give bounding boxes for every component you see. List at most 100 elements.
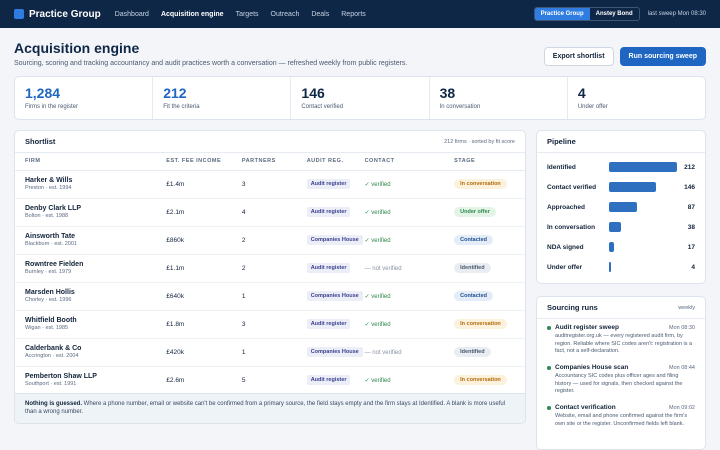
col-firm[interactable]: FIRM <box>15 153 167 171</box>
brand-name: Practice Group <box>29 8 101 20</box>
partners-cell: 1 <box>241 338 307 367</box>
run-sourcing-sweep-button[interactable]: Run sourcing sweep <box>619 47 706 66</box>
run-item[interactable]: Contact verification Mon 09:02 Website, em… <box>537 399 705 431</box>
table-row[interactable]: Harker & Wills Preston · est. 1994 £1.4m 3 A… <box>15 170 525 199</box>
firm-name[interactable]: Denby Clark LLP <box>25 205 166 212</box>
nav-outreach[interactable]: Outreach <box>271 11 300 18</box>
pipeline-track <box>609 202 677 212</box>
col-contact[interactable]: CONTACT <box>364 153 455 171</box>
audit-reg-cell: Audit register <box>306 254 365 283</box>
nav-reports[interactable]: Reports <box>341 11 366 18</box>
partners-cell: 4 <box>241 198 307 227</box>
note-strong: Nothing is guessed. <box>25 401 83 407</box>
run-desc: Website, email and phone confirmed again… <box>555 413 688 427</box>
col-stage[interactable]: STAGE <box>454 153 525 171</box>
partners-cell: 2 <box>241 226 307 255</box>
kpi-value: 146 <box>301 85 325 101</box>
col-audit-reg[interactable]: AUDIT REG. <box>306 153 365 171</box>
pipeline-stage-label: Identified <box>547 163 576 171</box>
top-nav-bar: Practice Group Dashboard Acquisition eng… <box>0 0 720 28</box>
partners-cell: 2 <box>241 254 307 283</box>
table-row[interactable]: Ainsworth Tate Blackburn · est. 2001 £860k… <box>15 226 525 255</box>
firm-name[interactable]: Ainsworth Tate <box>25 233 166 240</box>
firm-cell: Calderbank & Co Accrington · est. 2004 <box>15 338 167 367</box>
nav-targets[interactable]: Targets <box>236 11 259 18</box>
runs-title: Sourcing runs <box>547 303 598 312</box>
nav-acquisition-engine[interactable]: Acquisition engine <box>161 11 224 18</box>
pipeline-bar <box>609 262 611 272</box>
table-row[interactable]: Whitfield Booth Wigan · est. 1985 £1.8m 3 Au… <box>15 310 525 339</box>
audit-reg-badge: Audit register <box>306 262 351 274</box>
firm-name[interactable]: Whitfield Booth <box>25 317 166 324</box>
col-fee-income[interactable]: EST. FEE INCOME <box>166 153 242 171</box>
run-head: Audit register sweep Mon 08:30 <box>547 324 695 331</box>
contact-cell: — not verified <box>364 254 455 283</box>
contact-status: ✓ verified <box>364 377 391 384</box>
fee-cell: £2.1m <box>166 198 242 227</box>
audit-reg-cell: Audit register <box>306 198 365 227</box>
firm-meta: Blackburn · est. 2001 <box>25 241 77 247</box>
table-row[interactable]: Marsden Hollis Chorley · est. 1996 £640k 1 C… <box>15 282 525 311</box>
pipeline-stage-label: Contact verified <box>547 183 597 191</box>
firm-name[interactable]: Calderbank & Co <box>25 345 166 352</box>
pipeline-row[interactable]: Identified 212 <box>547 157 695 177</box>
pipeline-title: Pipeline <box>547 137 576 146</box>
pipeline-row[interactable]: NDA signed 17 <box>547 237 695 257</box>
firm-cell: Harker & Wills Preston · est. 1994 <box>15 170 167 199</box>
shortlist-header: Shortlist 212 firms · sorted by fit scor… <box>15 131 525 153</box>
firm-meta: Wigan · est. 1985 <box>25 325 69 331</box>
fee-cell: £1.1m <box>166 254 242 283</box>
contact-status: ✓ verified <box>364 237 391 244</box>
switcher-anstey-bond[interactable]: Anstey Bond <box>589 8 639 20</box>
status-dot-icon <box>547 325 551 330</box>
run-title: Contact verification <box>555 404 616 412</box>
pipeline-row[interactable]: Approached 87 <box>547 197 695 217</box>
pipeline-stage-value: 17 <box>687 243 695 251</box>
audit-reg-cell: Audit register <box>306 310 365 339</box>
pipeline-row[interactable]: Contact verified 146 <box>547 177 695 197</box>
table-row[interactable]: Denby Clark LLP Bolton · est. 1988 £2.1m 4 A… <box>15 198 525 227</box>
stage-cell: In conversation <box>454 170 525 199</box>
table-header-row: FIRM EST. FEE INCOME PARTNERS AUDIT REG.… <box>15 153 525 171</box>
shortlist-table: FIRM EST. FEE INCOME PARTNERS AUDIT REG.… <box>15 153 525 395</box>
pipeline-row[interactable]: In conversation 38 <box>547 217 695 237</box>
kpi-label: Contact verified <box>301 104 344 110</box>
fee-cell: £640k <box>166 282 242 311</box>
kpi-in-conversation: 38 In conversation <box>430 77 568 119</box>
export-shortlist-button[interactable]: Export shortlist <box>543 47 614 66</box>
kpi-label: Firms in the register <box>25 104 79 110</box>
shortlist-panel: Shortlist 212 firms · sorted by fit scor… <box>14 130 526 424</box>
status-dot-icon <box>547 365 551 370</box>
col-partners[interactable]: PARTNERS <box>241 153 307 171</box>
pipeline-panel: Pipeline Identified 212 Contact verified 14… <box>536 130 706 284</box>
table-row[interactable]: Pemberton Shaw LLP Southport · est. 1991 £… <box>15 366 525 395</box>
partners-cell: 3 <box>241 310 307 339</box>
table-row[interactable]: Rowntree Fielden Burnley · est. 1979 £1.1m… <box>15 254 525 283</box>
audit-reg-badge: Audit register <box>306 318 351 330</box>
pipeline-row[interactable]: Under offer 4 <box>547 257 695 277</box>
run-item[interactable]: Audit register sweep Mon 08:30 auditregist… <box>537 319 705 359</box>
table-row[interactable]: Calderbank & Co Accrington · est. 2004 £42… <box>15 338 525 367</box>
run-title: Audit register sweep <box>555 324 619 331</box>
firm-name[interactable]: Harker & Wills <box>25 177 166 184</box>
kpi-value: 212 <box>163 85 187 101</box>
runs-meta: weekly <box>678 304 695 311</box>
firm-name[interactable]: Marsden Hollis <box>25 289 166 296</box>
nav-dashboard[interactable]: Dashboard <box>115 11 149 18</box>
kpi-firms-in-register: 1,284 Firms in the register <box>15 77 154 119</box>
page-title: Acquisition engine <box>14 40 140 56</box>
run-item[interactable]: Companies House scan Mon 08:44 Accountancy… <box>537 359 705 399</box>
nav-deals[interactable]: Deals <box>311 11 329 18</box>
kpi-strip: 1,284 Firms in the register 212 Fit the … <box>14 76 706 120</box>
brand[interactable]: Practice Group <box>14 9 101 20</box>
stage-badge: In conversation <box>454 375 507 385</box>
contact-cell: ✓ verified <box>364 282 455 311</box>
firm-name[interactable]: Rowntree Fielden <box>25 261 166 268</box>
switcher-practice-group[interactable]: Practice Group <box>534 8 590 20</box>
pipeline-bar <box>609 242 614 252</box>
stage-cell: Contacted <box>454 282 525 311</box>
firm-meta: Burnley · est. 1979 <box>25 269 72 275</box>
pipeline-stage-value: 146 <box>684 183 695 191</box>
kpi-value: 1,284 <box>25 85 61 101</box>
firm-name[interactable]: Pemberton Shaw LLP <box>25 373 166 380</box>
